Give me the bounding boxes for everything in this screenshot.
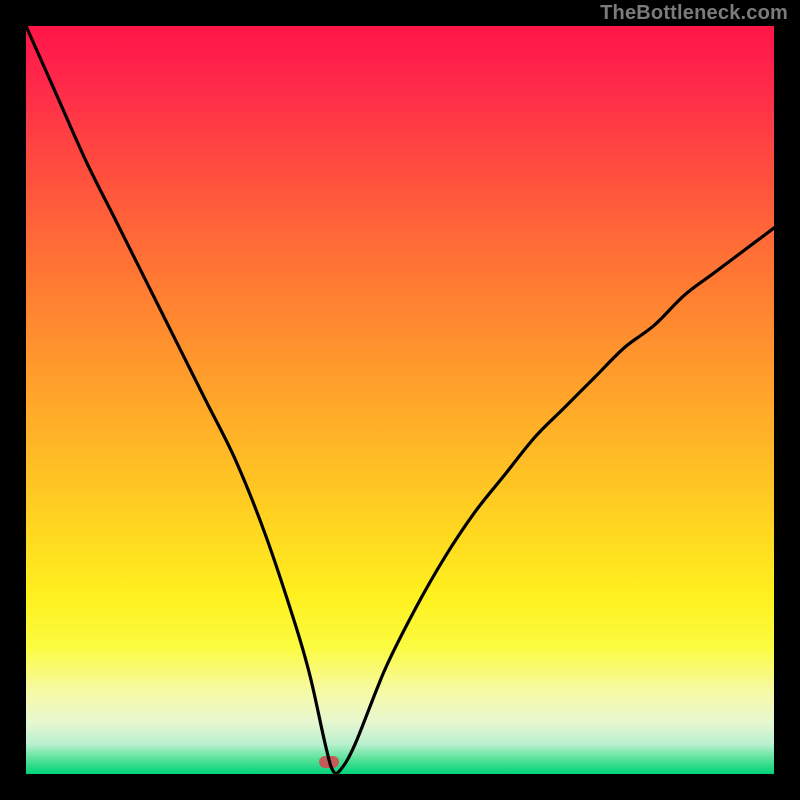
watermark-text: TheBottleneck.com [600,2,788,25]
plot-area [26,26,774,774]
outer-frame: TheBottleneck.com [0,0,800,800]
bottleneck-curve [26,26,774,774]
